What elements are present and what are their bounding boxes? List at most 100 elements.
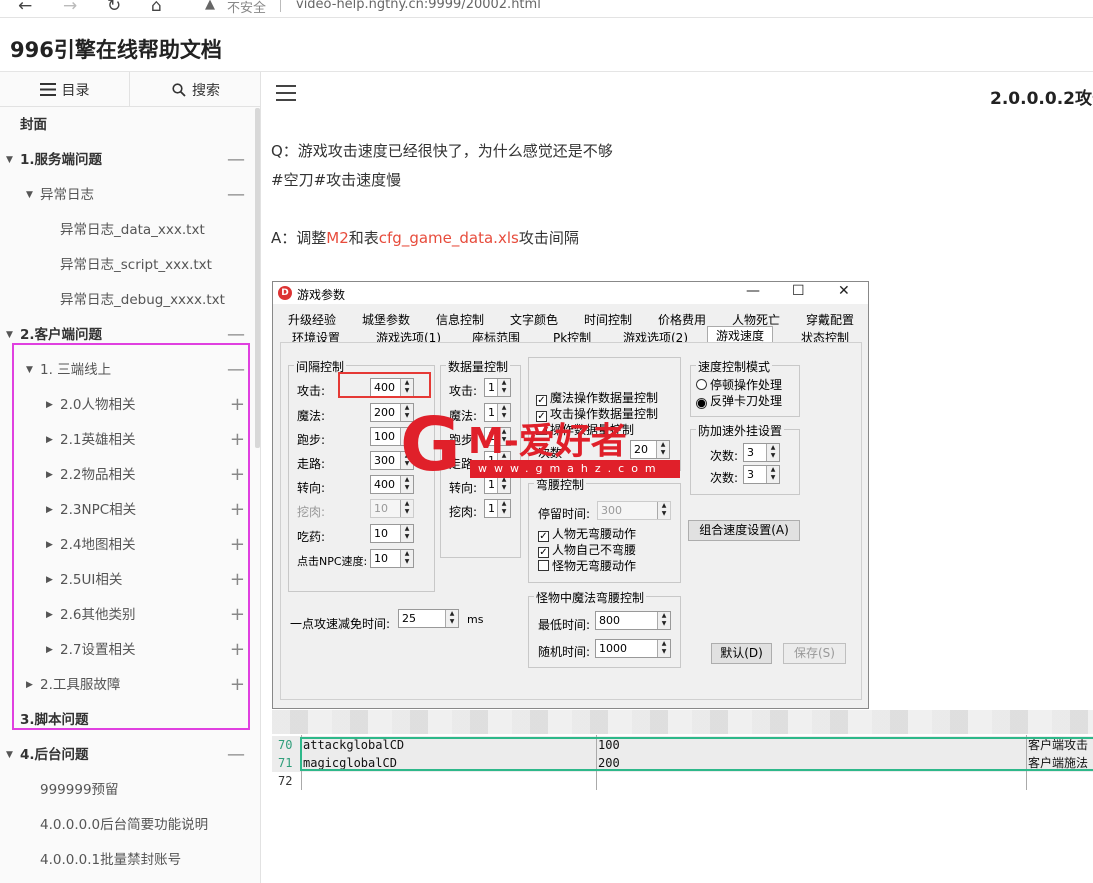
- spin-arrows-icon: ▲▼: [445, 610, 458, 627]
- watermark-logo: G M-爱好者 www.gmahz.com: [400, 408, 685, 488]
- tab-price: 价格费用: [658, 313, 707, 327]
- stay-time-input: 300 ▲ ▼: [597, 501, 671, 520]
- toc-item-backend[interactable]: ▼ 4.后台问题 —: [0, 740, 253, 770]
- tab-catalog[interactable]: 目录: [0, 72, 130, 107]
- table-row: 72: [278, 774, 293, 788]
- anti-count-input-2: 3 ▲ ▼: [743, 465, 780, 484]
- tab-time: 时间控制: [584, 313, 633, 327]
- minimize-icon: —: [746, 283, 760, 299]
- maximize-icon: ☐: [792, 283, 805, 299]
- magic-data-check: ✓ 魔法操作数据量控制: [536, 391, 659, 406]
- m2-link: M2: [326, 229, 349, 247]
- question-text: Q：游戏攻击速度已经很快了，为什么感觉还是不够: [271, 142, 613, 160]
- blurred-row: [272, 710, 1093, 734]
- reload-icon[interactable]: ↻: [107, 0, 121, 16]
- game-params-dialog-image: D 游戏参数 — ☐ ✕ 升级经验 城堡参数 信息控制 文字颜色 时间控制 价格…: [272, 281, 869, 709]
- radio-bounce: ● 反弹卡刀处理: [696, 394, 783, 409]
- spin-arrows-icon: ▲▼: [497, 500, 510, 517]
- toc-item-999999[interactable]: 999999预留: [0, 775, 253, 805]
- spreadsheet-image: 70 attackglobalCD 100 客户端攻击 71 magicglobalCD…: [272, 710, 1093, 790]
- dialog-tabs-row1: 升级经验 城堡参数 信息控制 文字颜色 时间控制 价格费用 人物死亡 穿戴配置: [273, 310, 868, 328]
- toc-item-error-log[interactable]: ▼ 异常日志 —: [0, 180, 253, 210]
- warning-icon[interactable]: ▲: [205, 0, 215, 12]
- attack-count-input: 1 ▲ ▼: [484, 378, 511, 397]
- tab-info: 信息控制: [436, 313, 485, 327]
- highlight-box: [12, 343, 250, 730]
- hamburger-menu-icon[interactable]: [276, 85, 296, 101]
- collapse-icon: —: [227, 184, 245, 205]
- menu-icon: [39, 83, 56, 96]
- sidebar-scrollbar[interactable]: [255, 108, 260, 448]
- attack-highlight-box: [338, 372, 431, 398]
- search-icon: [172, 82, 186, 97]
- spin-arrows-icon: ▲▼: [766, 466, 779, 483]
- potion-interval-input: 10 ▲ ▼: [370, 524, 414, 543]
- checkbox-empty-icon: [538, 560, 549, 571]
- dialog-title: 游戏参数: [297, 288, 346, 302]
- forward-icon[interactable]: →: [63, 0, 77, 16]
- home-icon[interactable]: ⌂: [151, 0, 162, 16]
- radio-pause: 停顿操作处理: [696, 376, 782, 393]
- answer-text: A：调整M2和表cfg_game_data.xls攻击间隔: [271, 229, 579, 247]
- toc-item-log-script[interactable]: 异常日志_script_xxx.txt: [0, 250, 253, 280]
- address-bar-url[interactable]: video-help.ngtny.cn:9999/20002.html: [296, 0, 541, 12]
- spin-arrows-icon: ▲▼: [400, 525, 413, 542]
- collapse-icon: —: [227, 744, 245, 765]
- toc-item-4-0-0-0-0[interactable]: 4.0.0.0.0后台简要功能说明: [0, 810, 253, 840]
- address-separator: [280, 0, 281, 12]
- toc-item-log-debug[interactable]: 异常日志_debug_xxxx.txt: [0, 285, 253, 315]
- tab-catalog-label: 目录: [61, 82, 90, 99]
- tab-wear: 穿戴配置: [806, 313, 855, 327]
- spin-arrows-icon: ▲▼: [657, 640, 670, 657]
- caret-down-icon: ▼: [6, 750, 13, 760]
- toc-item-server[interactable]: ▼ 1.服务端问题 —: [0, 145, 253, 175]
- toc-item-4-0-0-0-1[interactable]: 4.0.0.0.1批量禁封账号: [0, 845, 253, 875]
- combo-speed-button: 组合速度设置(A): [688, 520, 800, 541]
- collapse-icon: —: [227, 149, 245, 170]
- tab-castle: 城堡参数: [362, 313, 411, 327]
- min-time-input: 800 ▲ ▼: [595, 611, 671, 630]
- spin-arrows-icon: ▲▼: [657, 612, 670, 629]
- dig-count-input: 1 ▲ ▼: [484, 499, 511, 518]
- monster-no-bend-check: 怪物无弯腰动作: [538, 557, 636, 574]
- tags-text: #空刀#攻击速度慢: [271, 171, 402, 189]
- tab-search-label: 搜索: [192, 82, 220, 99]
- player-no-bend-check: ✓ 人物无弯腰动作: [538, 527, 637, 542]
- sidebar-tabs: 目录 搜索: [0, 72, 261, 107]
- caret-down-icon: ▼: [6, 155, 13, 165]
- cfg-file-link: cfg_game_data.xls: [378, 229, 519, 247]
- self-no-bend-check: ✓ 人物自己不弯腰: [538, 543, 637, 558]
- close-icon: ✕: [838, 283, 850, 299]
- page: { "browser": { "back": "←", "forward": "…: [0, 0, 1093, 883]
- attack-reduce-input: 25 ▲ ▼: [398, 609, 459, 628]
- anti-count-input-1: 3 ▲ ▼: [743, 443, 780, 462]
- back-icon[interactable]: ←: [18, 0, 32, 16]
- watermark-g: G: [400, 402, 461, 488]
- dig-interval-input: 10 ▲ ▼: [370, 499, 414, 518]
- tab-search[interactable]: 搜索: [131, 72, 261, 107]
- random-time-input: 1000 ▲ ▼: [595, 639, 671, 658]
- app-logo-icon: D: [278, 286, 292, 300]
- spin-arrows-icon: ▲▼: [766, 444, 779, 461]
- site-header: 996引擎在线帮助文档: [0, 18, 1093, 72]
- toc-item-log-data[interactable]: 异常日志_data_xxx.txt: [0, 215, 253, 245]
- site-title[interactable]: 996引擎在线帮助文档: [10, 34, 222, 64]
- spin-arrows-icon: ▲▼: [400, 550, 413, 567]
- save-button: 保存(S): [783, 643, 846, 664]
- watermark-text: M-爱好者: [468, 421, 627, 462]
- anti-speedhack-group: 防加速外挂设置: [690, 422, 800, 495]
- security-label[interactable]: 不安全: [227, 0, 266, 16]
- spin-arrows-icon: ▲▼: [497, 379, 510, 396]
- toc-item-cover[interactable]: 封面: [0, 110, 253, 140]
- watermark-url: www.gmahz.com: [470, 460, 680, 478]
- sidebar: 目录 搜索 封面 ▼ 1.服务端问题 — ▼ 异常日志 — 异常日志_data_xxx.…: [0, 72, 261, 883]
- caret-down-icon: ▼: [26, 190, 33, 200]
- dialog-titlebar: D 游戏参数 — ☐ ✕: [273, 282, 868, 304]
- radio-selected-icon: ●: [696, 398, 707, 409]
- tab-text-color: 文字颜色: [510, 313, 559, 327]
- browser-toolbar: ← → ↻ ⌂ ▲ 不安全 video-help.ngtny.cn:9999/2…: [0, 0, 1093, 18]
- selection-box: [300, 737, 1093, 771]
- spin-arrows-icon: ▲▼: [657, 502, 670, 519]
- npc-click-speed-input: 10 ▲ ▼: [370, 549, 414, 568]
- spin-arrows-icon: ▲▼: [400, 500, 413, 517]
